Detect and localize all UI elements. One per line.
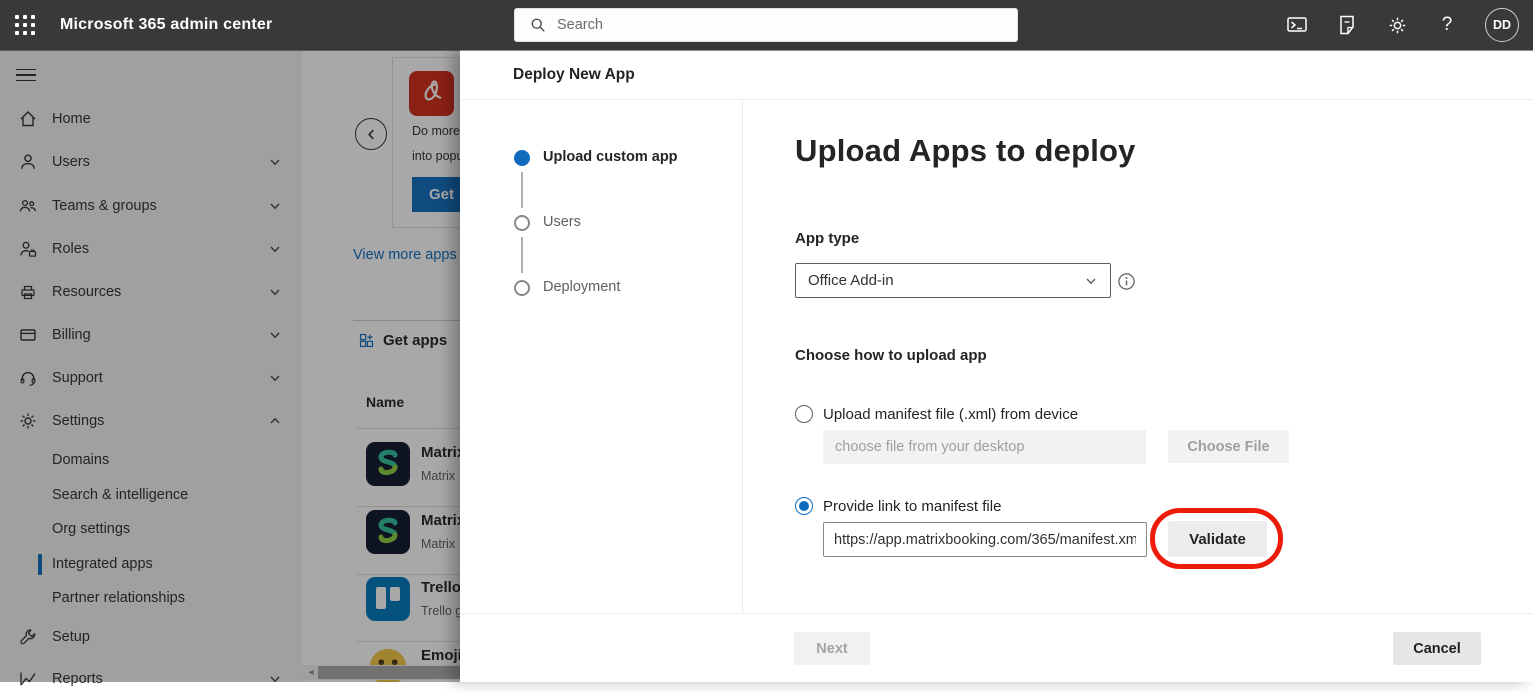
validate-button[interactable]: Validate <box>1168 521 1267 557</box>
choose-upload-heading: Choose how to upload app <box>795 347 987 364</box>
help-icon[interactable]: ? <box>1435 13 1459 37</box>
radio-upload-file[interactable] <box>795 405 813 423</box>
page-title: Upload Apps to deploy <box>795 133 1136 168</box>
wizard-stepper: Upload custom app Users Deployment <box>460 100 743 613</box>
app-type-value: Office Add-in <box>808 272 894 289</box>
upload-file-option-label[interactable]: Upload manifest file (.xml) from device <box>823 406 1078 423</box>
cancel-button[interactable]: Cancel <box>1393 632 1481 665</box>
chevron-down-icon <box>1084 274 1098 288</box>
modal-dim-overlay <box>0 50 460 682</box>
step-users[interactable]: Users <box>543 214 581 230</box>
radio-manifest-link[interactable] <box>795 497 813 515</box>
next-button[interactable]: Next <box>794 632 870 665</box>
app-title: Microsoft 365 admin center <box>60 16 273 33</box>
app-type-label: App type <box>795 230 860 247</box>
search-icon <box>529 16 547 34</box>
settings-gear-icon[interactable] <box>1385 13 1409 37</box>
app-launcher-icon[interactable] <box>12 12 38 38</box>
manifest-url-input[interactable] <box>823 522 1147 557</box>
upload-file-option[interactable]: Upload manifest file (.xml) from device <box>795 405 1078 423</box>
choose-file-button[interactable]: Choose File <box>1168 430 1289 463</box>
step-upload-custom-app[interactable]: Upload custom app <box>543 149 678 165</box>
panel-main-content: Upload Apps to deploy App type Office Ad… <box>743 100 1533 613</box>
step-connector <box>521 237 523 273</box>
panel-title: Deploy New App <box>513 66 635 83</box>
step-connector <box>521 172 523 208</box>
cli-icon[interactable] <box>1285 13 1309 37</box>
info-icon[interactable] <box>1117 272 1136 291</box>
app-type-dropdown[interactable]: Office Add-in <box>795 263 1111 298</box>
manifest-link-option[interactable]: Provide link to manifest file <box>795 497 1001 515</box>
account-avatar[interactable]: DD <box>1485 8 1519 42</box>
step-dot-upcoming <box>514 215 530 231</box>
global-search[interactable] <box>514 8 1018 42</box>
top-app-bar: Microsoft 365 admin center ? DD <box>0 0 1533 50</box>
whats-new-icon[interactable] <box>1335 13 1359 37</box>
file-path-input[interactable] <box>823 430 1146 464</box>
search-input[interactable] <box>557 17 977 33</box>
deploy-new-app-panel: Deploy New App Upload custom app Users D… <box>460 50 1533 682</box>
step-dot-upcoming <box>514 280 530 296</box>
panel-header: Deploy New App <box>460 50 1533 100</box>
manifest-link-option-label[interactable]: Provide link to manifest file <box>823 498 1001 515</box>
step-dot-active <box>514 150 530 166</box>
step-deployment[interactable]: Deployment <box>543 279 620 295</box>
panel-footer: Next Cancel <box>460 613 1533 682</box>
